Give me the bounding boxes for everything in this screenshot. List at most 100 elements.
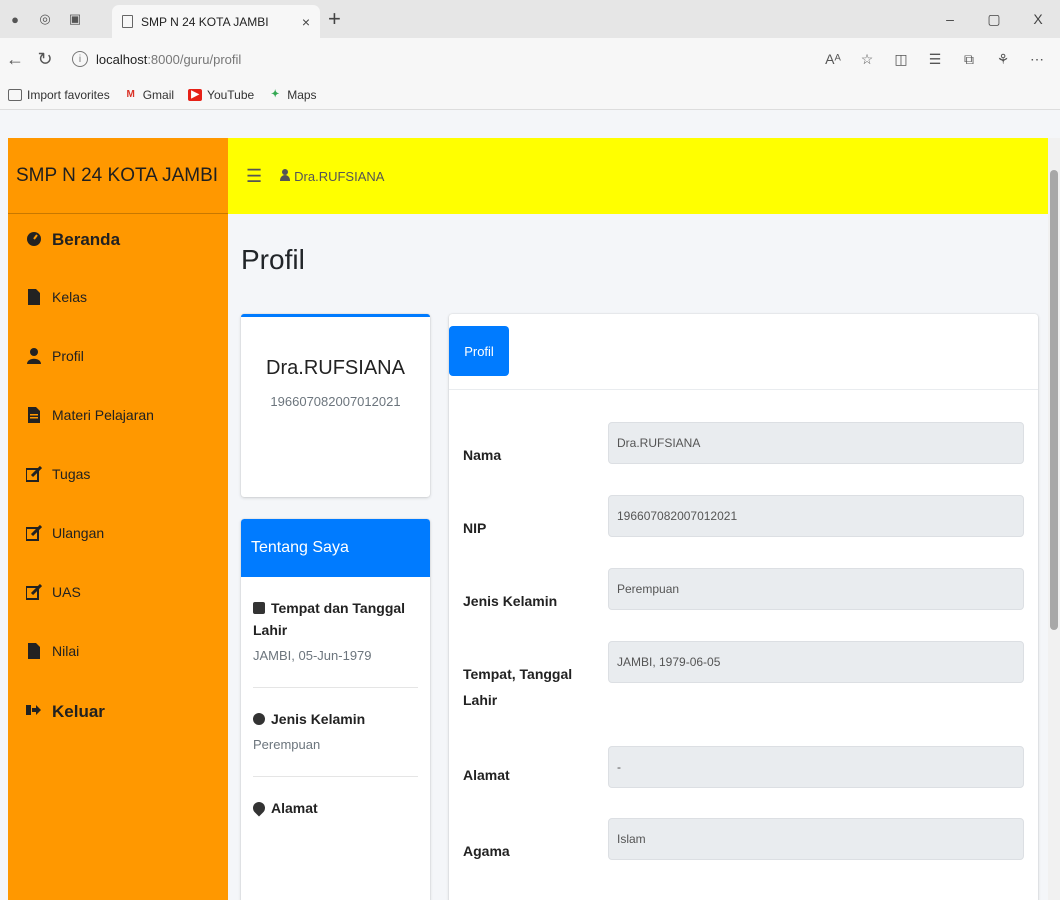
sidebar-item-label: Profil bbox=[52, 348, 84, 364]
favorite-gmail[interactable]: M Gmail bbox=[124, 87, 175, 102]
profile-icon[interactable]: ● bbox=[0, 0, 30, 38]
favorite-star-icon[interactable]: ☆ bbox=[850, 51, 884, 68]
close-window-button[interactable]: X bbox=[1016, 0, 1060, 38]
top-navbar: ☰ Dra.RUFSIANA bbox=[228, 138, 1060, 214]
ttl-field[interactable]: JAMBI, 1979-06-05 bbox=[608, 641, 1024, 683]
favorite-maps[interactable]: ✦ Maps bbox=[268, 88, 317, 102]
favorite-import[interactable]: Import favorites bbox=[8, 88, 110, 102]
agama-field[interactable]: Islam bbox=[608, 818, 1024, 860]
favorite-youtube[interactable]: ▶ YouTube bbox=[188, 88, 254, 102]
favorite-label: Gmail bbox=[142, 87, 175, 102]
about-label-text: Alamat bbox=[271, 800, 318, 816]
new-tab-button[interactable]: + bbox=[328, 6, 341, 32]
page-icon bbox=[122, 15, 133, 28]
edit-icon bbox=[26, 466, 42, 482]
tab-profil[interactable]: Profil bbox=[449, 326, 509, 376]
sidebar-item-label: Nilai bbox=[52, 643, 80, 659]
browser-toolbar: Aᴬ ☆ ◫ ☰ ⧉ ⚘ ⋯ bbox=[816, 38, 1054, 80]
refresh-icon[interactable]: ↻ bbox=[30, 38, 60, 80]
form-label: NIP bbox=[463, 520, 487, 536]
more-icon[interactable]: ⋯ bbox=[1020, 51, 1054, 68]
form-label: Tempat, Tanggal Lahir bbox=[463, 666, 573, 708]
page-title: Profil bbox=[241, 244, 305, 275]
form-label: Nama bbox=[463, 447, 502, 463]
url-host: localhost bbox=[96, 51, 148, 67]
url-field[interactable]: i localhost:8000/guru/profil bbox=[72, 44, 241, 74]
form-label: Agama bbox=[463, 843, 510, 859]
maps-icon: ✦ bbox=[271, 89, 280, 100]
sidebar-item-label: UAS bbox=[52, 584, 81, 600]
profile-name: Dra.RUFSIANA bbox=[266, 357, 405, 379]
sidebar-item-beranda[interactable]: Beranda bbox=[8, 230, 228, 289]
sidebar-menu: Beranda Kelas Profil Materi Pelajaran Tu… bbox=[8, 214, 228, 761]
favorite-label: YouTube bbox=[207, 87, 255, 102]
about-value: Perempuan bbox=[253, 737, 321, 752]
split-screen-icon[interactable]: ◫ bbox=[884, 51, 918, 68]
favorites-icon[interactable]: ☰ bbox=[918, 51, 952, 68]
youtube-icon: ▶ bbox=[188, 88, 203, 101]
tab-actions-icon[interactable]: ▣ bbox=[60, 0, 90, 38]
about-header: Tentang Saya bbox=[241, 519, 430, 577]
profile-card: Dra.RUFSIANA 196607082007012021 bbox=[241, 314, 430, 497]
menu-toggle-icon[interactable]: ☰ bbox=[246, 166, 262, 187]
sidebar-item-kelas[interactable]: Kelas bbox=[8, 289, 228, 348]
sidebar-item-ulangan[interactable]: Ulangan bbox=[8, 525, 228, 584]
brand-link[interactable]: SMP N 24 KOTA JAMBI bbox=[8, 138, 228, 214]
browser-tab[interactable]: SMP N 24 KOTA JAMBI × bbox=[112, 5, 320, 38]
extensions-icon[interactable]: ⚘ bbox=[986, 51, 1020, 68]
sidebar-item-label: Tugas bbox=[52, 466, 91, 482]
back-icon[interactable]: ← bbox=[0, 38, 30, 80]
alamat-field[interactable]: - bbox=[608, 746, 1024, 788]
file-icon bbox=[26, 407, 42, 423]
collections-icon[interactable]: ⧉ bbox=[952, 51, 986, 68]
sidebar-item-keluar[interactable]: Keluar bbox=[8, 702, 228, 761]
close-tab-icon[interactable]: × bbox=[302, 14, 310, 30]
jenis-kelamin-field[interactable]: Perempuan bbox=[608, 568, 1024, 610]
sidebar: SMP N 24 KOTA JAMBI Beranda Kelas Profil… bbox=[8, 138, 228, 900]
user-icon bbox=[26, 348, 42, 364]
page-scrollbar[interactable] bbox=[1048, 138, 1060, 900]
form-label: Jenis Kelamin bbox=[463, 593, 558, 609]
file-icon bbox=[26, 289, 42, 305]
favorites-bar: Import favorites M Gmail ▶ YouTube ✦ Map… bbox=[0, 80, 1060, 110]
gear-icon bbox=[253, 713, 265, 725]
sidebar-item-label: Keluar bbox=[52, 702, 105, 721]
edit-icon bbox=[26, 525, 42, 541]
workspaces-icon[interactable]: ◎ bbox=[30, 0, 60, 38]
sidebar-item-tugas[interactable]: Tugas bbox=[8, 466, 228, 525]
file-icon bbox=[26, 643, 42, 659]
about-label: Tempat dan Tanggal Lahir bbox=[253, 597, 418, 641]
site-info-icon[interactable]: i bbox=[72, 51, 88, 67]
maximize-button[interactable]: ▢ bbox=[972, 0, 1016, 38]
gmail-icon: M bbox=[126, 89, 135, 100]
browser-tab-bar: ● ◎ ▣ SMP N 24 KOTA JAMBI × + – ▢ X bbox=[0, 0, 1060, 38]
about-value: JAMBI, 05-Jun-1979 bbox=[253, 648, 372, 663]
read-aloud-icon[interactable]: Aᴬ bbox=[816, 51, 850, 67]
sidebar-item-label: Ulangan bbox=[52, 525, 105, 541]
nama-field[interactable]: Dra.RUFSIANA bbox=[608, 422, 1024, 464]
import-icon bbox=[8, 88, 22, 101]
about-label-text: Jenis Kelamin bbox=[271, 711, 366, 727]
content-wrapper: Profil Dra.RUFSIANA 196607082007012021 T… bbox=[228, 214, 1040, 900]
minimize-button[interactable]: – bbox=[928, 0, 972, 38]
sidebar-item-uas[interactable]: UAS bbox=[8, 584, 228, 643]
nip-field[interactable]: 196607082007012021 bbox=[608, 495, 1024, 537]
sign-out-icon bbox=[26, 702, 42, 718]
about-card: Tentang Saya Tempat dan Tanggal Lahir JA… bbox=[241, 519, 430, 900]
edit-icon bbox=[26, 584, 42, 600]
profile-form-card: Profil Nama Dra.RUFSIANA NIP 19660708200… bbox=[449, 314, 1038, 900]
sidebar-item-materi[interactable]: Materi Pelajaran bbox=[8, 407, 228, 466]
sidebar-item-label: Beranda bbox=[52, 230, 121, 249]
tab-title: SMP N 24 KOTA JAMBI bbox=[141, 14, 269, 29]
sidebar-item-nilai[interactable]: Nilai bbox=[8, 643, 228, 702]
user-name: Dra.RUFSIANA bbox=[294, 168, 385, 184]
about-item-birth: Tempat dan Tanggal Lahir JAMBI, 05-Jun-1… bbox=[253, 597, 418, 688]
scrollbar-thumb[interactable] bbox=[1050, 170, 1058, 630]
user-menu[interactable]: Dra.RUFSIANA bbox=[280, 168, 385, 184]
about-item-address: Alamat bbox=[250, 797, 418, 843]
app: SMP N 24 KOTA JAMBI Beranda Kelas Profil… bbox=[0, 138, 1060, 900]
url-path: :8000/guru/profil bbox=[147, 51, 242, 67]
about-item-gender: Jenis Kelamin Perempuan bbox=[253, 708, 418, 777]
user-icon bbox=[280, 168, 291, 181]
sidebar-item-profil[interactable]: Profil bbox=[8, 348, 228, 407]
